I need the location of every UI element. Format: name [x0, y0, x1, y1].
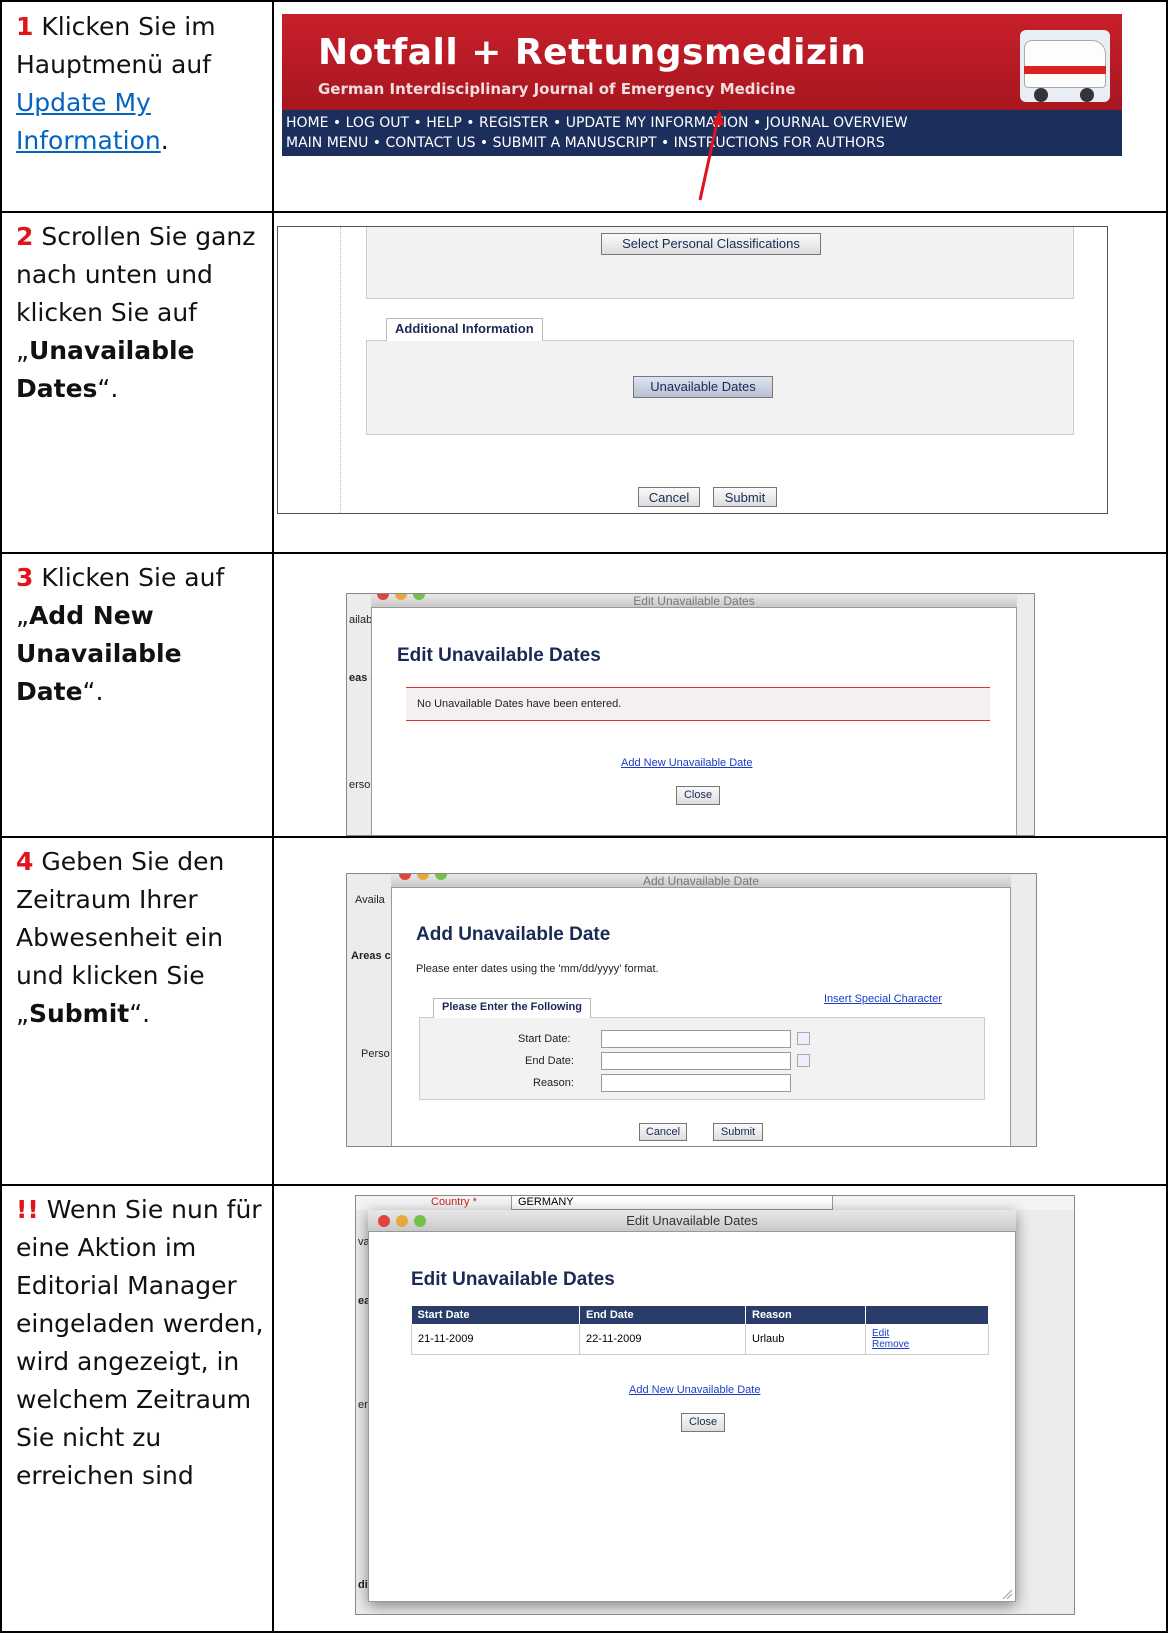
step-text: “. — [97, 374, 119, 403]
step-1-text: 1 Klicken Sie im Hauptmenü auf Update My… — [16, 8, 274, 160]
ambulance-icon — [1020, 30, 1110, 102]
step-number: 2 — [16, 222, 34, 251]
background-text: ailab — [349, 614, 373, 626]
country-select[interactable]: GERMANY — [511, 1196, 833, 1210]
edit-dates-window: ailab eas c erso Edit Unavailable Dates … — [346, 593, 1035, 836]
step-text: “. — [129, 999, 151, 1028]
background-text: Areas c — [351, 950, 391, 962]
dialog-heading: Add Unavailable Date — [416, 924, 611, 945]
minimize-window-icon — [396, 1215, 408, 1227]
select-personal-classifications-button[interactable]: Select Personal Classifications — [601, 233, 821, 255]
step-text: Wenn Sie nun für eine Aktion im Editoria… — [16, 1195, 264, 1490]
close-button[interactable]: Close — [676, 786, 720, 805]
start-date-cell: 21-11-2009 — [411, 1324, 580, 1355]
end-date-label: End Date: — [525, 1055, 574, 1067]
submit-button[interactable]: Submit — [713, 1123, 763, 1141]
journal-subtitle: German Interdisciplinary Journal of Emer… — [318, 80, 796, 98]
cancel-button[interactable]: Cancel — [638, 487, 700, 507]
date-format-instruction: Please enter dates using the 'mm/dd/yyyy… — [416, 963, 659, 975]
background-text: Availa — [355, 894, 385, 906]
calendar-icon[interactable] — [797, 1054, 810, 1067]
column-header: Reason — [745, 1306, 866, 1324]
reason-cell: Urlaub — [745, 1324, 866, 1355]
step-keyword: Submit — [28, 999, 130, 1028]
step-number: 4 — [16, 847, 34, 876]
window-titlebar: Add Unavailable Date — [391, 874, 1011, 888]
step-text: Klicken Sie im Hauptmenü auf — [16, 12, 216, 79]
please-enter-tab: Please Enter the Following — [433, 998, 591, 1018]
step-number: 1 — [16, 12, 34, 41]
submit-button[interactable]: Submit — [713, 487, 777, 507]
calendar-icon[interactable] — [797, 1032, 810, 1045]
insert-special-character-link[interactable]: Insert Special Character — [824, 993, 942, 1005]
empty-message: No Unavailable Dates have been entered. — [417, 698, 622, 710]
add-new-unavailable-date-link[interactable]: Add New Unavailable Date — [621, 757, 752, 769]
edit-link[interactable]: Edit — [872, 1328, 982, 1339]
reason-label: Reason: — [533, 1077, 574, 1089]
close-window-icon — [378, 1215, 390, 1227]
zoom-window-icon — [414, 1215, 426, 1227]
background-text: Perso — [361, 1048, 390, 1060]
step-4-text: 4 Geben Sie den Zeitraum Ihrer Abwesenhe… — [16, 843, 274, 1033]
start-date-label: Start Date: — [518, 1033, 571, 1045]
step-3-text: 3 Klicken Sie auf „Add New Unavailable D… — [16, 559, 274, 711]
window-titlebar: Edit Unavailable Dates — [371, 594, 1017, 608]
step-2-text: 2 Scrollen Sie ganz nach unten und klick… — [16, 218, 274, 408]
unavailable-dates-button[interactable]: Unavailable Dates — [633, 376, 773, 398]
reason-input[interactable] — [601, 1074, 791, 1092]
step-number: !! — [16, 1195, 39, 1224]
step-text: . — [160, 126, 169, 155]
column-header — [865, 1306, 989, 1324]
column-header: End Date — [579, 1306, 746, 1324]
end-date-cell: 22-11-2009 — [579, 1324, 746, 1355]
remove-link[interactable]: Remove — [872, 1339, 982, 1350]
window-titlebar: Edit Unavailable Dates — [368, 1210, 1016, 1232]
end-date-input[interactable] — [601, 1052, 791, 1070]
cancel-button[interactable]: Cancel — [639, 1123, 687, 1141]
journal-title: Notfall + Rettungsmedizin — [318, 32, 867, 73]
step-5-text: !! Wenn Sie nun für eine Aktion im Edito… — [16, 1191, 274, 1495]
dialog-heading: Edit Unavailable Dates — [411, 1269, 615, 1290]
edit-dates-window-filled: Country * GERMANY vailab eas c erso diti… — [355, 1195, 1075, 1615]
close-button[interactable]: Close — [681, 1413, 725, 1432]
step-text: “. — [82, 677, 104, 706]
step-number: 3 — [16, 563, 34, 592]
add-new-unavailable-date-link[interactable]: Add New Unavailable Date — [629, 1384, 760, 1396]
country-label: Country * — [431, 1196, 477, 1208]
background-text: erso — [349, 779, 371, 791]
dialog-heading: Edit Unavailable Dates — [397, 645, 601, 666]
add-date-window: Availa Areas c Perso Add Unavailable Dat… — [346, 873, 1037, 1147]
form-screenshot: Select Personal Classifications Addition… — [277, 226, 1108, 514]
update-my-information-link[interactable]: Update My Information — [16, 88, 161, 155]
column-header: Start Date — [411, 1306, 580, 1324]
additional-information-tab: Additional Information — [386, 318, 543, 341]
start-date-input[interactable] — [601, 1030, 791, 1048]
table-row: 21-11-2009 22-11-2009 Urlaub Edit Remove — [411, 1324, 989, 1355]
unavailable-dates-table: Start Date End Date Reason 21-11-2009 22… — [411, 1306, 989, 1355]
red-arrow-icon — [698, 110, 724, 201]
resize-handle-icon[interactable] — [1001, 1588, 1013, 1600]
